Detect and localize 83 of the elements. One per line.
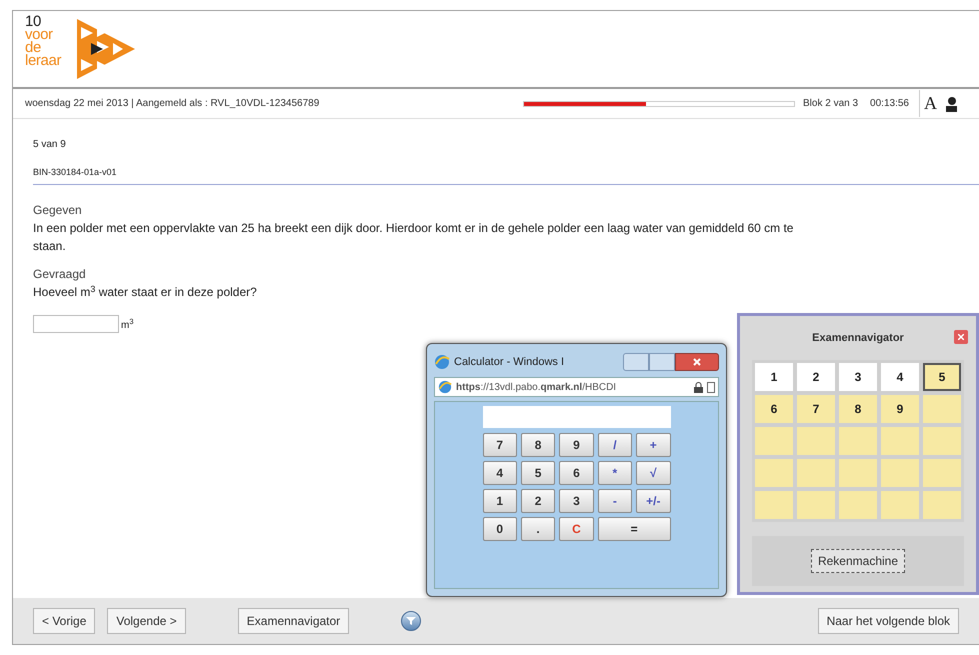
question-tile[interactable]: [839, 459, 877, 487]
question-tile[interactable]: 6: [755, 395, 793, 423]
panel-title: Examennavigator: [812, 330, 904, 346]
logo-triangle-icon: [77, 19, 136, 79]
calculator-key[interactable]: .: [520, 517, 556, 541]
question-tile[interactable]: [923, 427, 961, 455]
given-text: In een polder met een oppervlakte van 25 ha breekt een dijk door. Hierdoor komt er in de gehele polder een laag water van gemiddeld 60 cm te: [33, 220, 794, 237]
given-text: staan.: [33, 238, 67, 255]
question-tile[interactable]: [839, 491, 877, 519]
calculator-key[interactable]: 4: [482, 461, 517, 485]
logo-text: leraar: [25, 54, 62, 67]
browser-icon: [434, 354, 450, 370]
question-tile[interactable]: [755, 491, 793, 519]
calculator-key[interactable]: =: [598, 517, 670, 541]
question-tile[interactable]: [755, 427, 793, 455]
next-block-button[interactable]: Naar het volgende blok: [818, 608, 959, 634]
calculator-key[interactable]: +: [636, 433, 670, 457]
question-tile[interactable]: [797, 459, 835, 487]
question-tile[interactable]: [881, 491, 919, 519]
question-tile[interactable]: [923, 459, 961, 487]
window-title: Calculator - Windows I: [454, 354, 564, 370]
calculator-key[interactable]: 5: [520, 461, 556, 485]
page-icon: [707, 382, 715, 392]
calculator-key[interactable]: /: [598, 433, 632, 457]
answer-field[interactable]: [33, 315, 119, 333]
funnel-icon: [406, 616, 416, 626]
calculator-key[interactable]: -: [598, 489, 632, 513]
calculator-key[interactable]: 6: [559, 461, 594, 485]
logo-text: voor: [25, 28, 54, 41]
close-button[interactable]: [954, 330, 968, 344]
question-tile[interactable]: [839, 427, 877, 455]
calculator-key[interactable]: 0: [482, 517, 517, 541]
question-tile[interactable]: 7: [797, 395, 835, 423]
calculator-key[interactable]: 1: [482, 489, 517, 513]
calculator-key[interactable]: 8: [520, 433, 556, 457]
given-label: Gegeven: [33, 202, 83, 219]
round-icon-button[interactable]: [401, 611, 422, 631]
logo-text: 10: [25, 15, 42, 28]
asked-text: Hoeveel m$^{3}$ water staat er in deze polder?: [33, 283, 258, 301]
url-text: https://13vdl.pabo.qmark.nl/HBCDI: [456, 380, 616, 394]
question-tile[interactable]: [797, 491, 835, 519]
question-tile[interactable]: 5: [923, 363, 961, 391]
question-tile[interactable]: 1: [755, 363, 793, 391]
question-tile[interactable]: [923, 491, 961, 519]
maximize-button[interactable]: [649, 353, 675, 371]
calculator-key[interactable]: √: [636, 461, 670, 485]
timer: 00:13:56: [870, 97, 909, 111]
user-icon[interactable]: [944, 96, 957, 112]
lock-icon: [694, 382, 703, 392]
question-tile[interactable]: 8: [839, 395, 877, 423]
question-tile[interactable]: 3: [839, 363, 877, 391]
previous-button[interactable]: < Vorige: [33, 608, 96, 634]
minimize-button[interactable]: [623, 353, 649, 371]
calculator-key[interactable]: 9: [559, 433, 594, 457]
logo-text: de: [25, 41, 41, 54]
question-counter: 5 van 9: [33, 138, 67, 152]
calculator-key[interactable]: 7: [482, 433, 517, 457]
calculator-key[interactable]: 3: [559, 489, 594, 513]
question-tile[interactable]: 2: [797, 363, 835, 391]
navigator-button[interactable]: Examennavigator: [238, 608, 350, 634]
calculator-key[interactable]: *: [598, 461, 632, 485]
question-code: BIN-330184-01a-v01: [33, 167, 117, 177]
question-tile[interactable]: [881, 427, 919, 455]
close-button[interactable]: [675, 353, 719, 371]
calculator-key[interactable]: C: [559, 517, 594, 541]
asked-label: Gevraagd: [33, 266, 87, 283]
question-tile[interactable]: [881, 459, 919, 487]
calculator-button[interactable]: Rekenmachine: [810, 549, 906, 573]
next-button[interactable]: Volgende >: [107, 608, 186, 634]
close-icon: [693, 358, 701, 366]
calculator-key[interactable]: 2: [520, 489, 556, 513]
unit-label: m$^{3}$: [121, 318, 134, 333]
font-size-button[interactable]: A: [918, 90, 937, 117]
block-counter: Blok 2 van 3: [803, 97, 858, 111]
browser-icon: [438, 380, 452, 394]
question-tile[interactable]: 4: [881, 363, 919, 391]
calculator-key[interactable]: +/-: [636, 489, 670, 513]
question-tile[interactable]: 9: [881, 395, 919, 423]
question-tile[interactable]: [755, 459, 793, 487]
close-icon: [958, 334, 964, 340]
question-tile[interactable]: [923, 395, 961, 423]
question-tile[interactable]: [797, 427, 835, 455]
session-info: woensdag 22 mei 2013 | Aangemeld als : RVL_10VDL-123456789: [25, 97, 320, 111]
